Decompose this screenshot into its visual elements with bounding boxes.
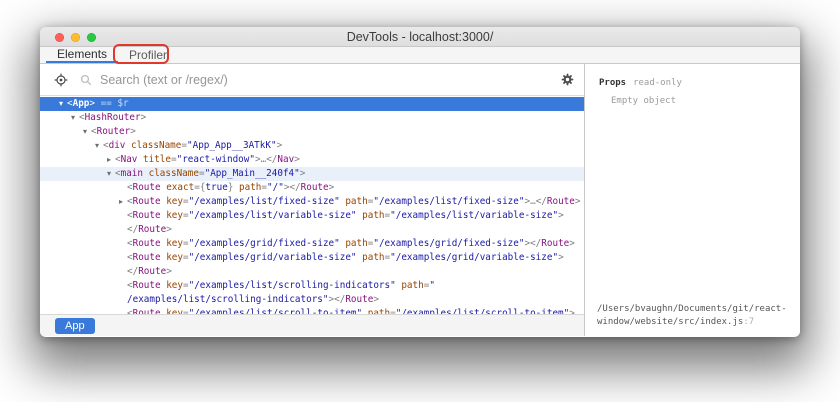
settings-button[interactable]: [561, 73, 574, 86]
source-path-line2: window/website/src/index.js: [597, 317, 744, 327]
props-panel-title: Props: [599, 78, 627, 88]
props-readonly-badge: read-only: [633, 78, 682, 88]
tab-elements[interactable]: Elements: [46, 47, 119, 63]
gear-icon: [561, 73, 574, 86]
breadcrumb-bar: App: [40, 314, 584, 336]
elements-pane: ▾<App> == $r▾<HashRouter>▾<Router>▾<div …: [40, 64, 585, 336]
chevron-down-icon[interactable]: ▾: [91, 139, 103, 153]
tree-row[interactable]: ▸ <Route key="/examples/list/fixed-size" …: [40, 195, 584, 209]
breadcrumb-item[interactable]: App: [55, 317, 95, 334]
search-icon: [80, 74, 92, 85]
search-input[interactable]: [100, 72, 553, 87]
chevron-down-icon[interactable]: ▾: [103, 167, 115, 181]
tree-row[interactable]: <Route key="/examples/list/scroll-to-ite…: [40, 307, 584, 314]
chevron-down-icon[interactable]: ▾: [79, 125, 91, 139]
devtools-window: DevTools - localhost:3000/ Elements Prof…: [40, 27, 800, 337]
props-pane: Props read-only Empty object /Users/bvaug…: [585, 64, 800, 336]
props-empty-object: Empty object: [611, 96, 677, 106]
tab-profiler[interactable]: Profiler: [118, 47, 178, 63]
tree-row[interactable]: ▸ <Nav title="react-window">…</Nav>: [40, 153, 584, 167]
tree-row[interactable]: ▾ <main className="App_Main__240f4">: [40, 167, 584, 181]
tree-row[interactable]: <Route key="/examples/grid/variable-size…: [40, 251, 584, 279]
window-title: DevTools - localhost:3000/: [346, 30, 494, 44]
tree-row[interactable]: <Route exact={true} path="/"></Route>: [40, 181, 584, 195]
chevron-right-icon[interactable]: ▸: [103, 153, 115, 167]
component-tree: ▾ <App> == $r ▾ <HashRouter> ▾ <Router> ▾ <div …: [40, 96, 584, 314]
tab-bar: Elements Profiler: [40, 44, 800, 64]
chevron-right-icon[interactable]: ▸: [115, 195, 127, 209]
tree-row[interactable]: ▾ <App> == $r: [40, 97, 584, 111]
source-line-number: :7: [743, 317, 755, 327]
tree-row[interactable]: ▾ <Router>: [40, 125, 584, 139]
tree-row[interactable]: <Route key="/examples/list/variable-size…: [40, 209, 584, 237]
tree-row[interactable]: ▾ <HashRouter>: [40, 111, 584, 125]
chevron-down-icon[interactable]: ▾: [55, 97, 67, 111]
source-file-link[interactable]: /Users/bvaughn/Documents/git/react-windo…: [597, 303, 796, 329]
tree-row[interactable]: <Route key="/examples/grid/fixed-size" p…: [40, 237, 584, 251]
tree-row[interactable]: ▾ <div className="App_App__3ATkK">: [40, 139, 584, 153]
tree-row[interactable]: <Route key="/examples/list/scrolling-ind…: [40, 279, 584, 307]
inspect-element-icon[interactable]: [54, 73, 68, 87]
chevron-down-icon[interactable]: ▾: [67, 111, 79, 125]
source-path-line1: /Users/bvaughn/Documents/git/react-: [597, 304, 787, 314]
titlebar: DevTools - localhost:3000/: [40, 27, 800, 47]
search-bar: [40, 64, 584, 96]
